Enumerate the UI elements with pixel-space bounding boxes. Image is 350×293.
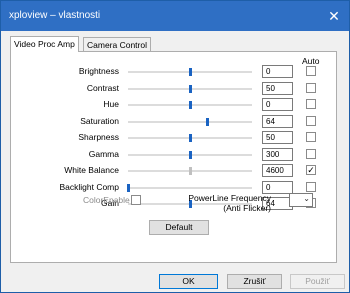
property-slider[interactable] bbox=[127, 183, 252, 192]
slider-thumb[interactable] bbox=[189, 68, 192, 76]
property-label: Contrast bbox=[86, 82, 119, 93]
tab-camera-control[interactable]: Camera Control bbox=[83, 37, 151, 51]
property-label: Hue bbox=[103, 99, 119, 109]
property-slider[interactable] bbox=[128, 68, 252, 76]
property-value-field[interactable]: 50 bbox=[262, 131, 293, 144]
auto-checkbox[interactable]: ✓ bbox=[306, 165, 316, 175]
property-slider[interactable] bbox=[128, 134, 252, 142]
auto-checkbox[interactable] bbox=[306, 132, 316, 142]
property-row: Contrast 50 bbox=[1, 81, 350, 97]
property-slider bbox=[128, 167, 252, 175]
property-row: Saturation 64 bbox=[1, 114, 350, 130]
property-value-field[interactable]: 0 bbox=[262, 98, 293, 111]
property-label: Gamma bbox=[88, 148, 119, 159]
property-row: Gamma 300 bbox=[1, 147, 350, 163]
slider-thumb[interactable] bbox=[189, 84, 192, 93]
properties-dialog: xploview – vlastnosti ✕ Video Proc Amp C… bbox=[0, 0, 350, 293]
cancel-button[interactable]: Zrušiť bbox=[227, 274, 282, 289]
property-value-field[interactable]: 64 bbox=[262, 114, 293, 128]
default-button[interactable]: Default bbox=[149, 220, 209, 235]
property-label: Sharpness bbox=[78, 132, 119, 142]
close-button[interactable]: ✕ bbox=[319, 1, 349, 31]
property-slider[interactable] bbox=[128, 117, 252, 126]
property-row: White Balance 4600 ✓ bbox=[1, 163, 350, 179]
property-slider[interactable] bbox=[128, 101, 252, 109]
slider-thumb[interactable] bbox=[127, 183, 130, 192]
slider-thumb[interactable] bbox=[189, 101, 192, 109]
powerline-label-line1: PowerLine Frequency bbox=[188, 193, 271, 203]
auto-checkbox[interactable] bbox=[306, 181, 316, 192]
property-value-field[interactable]: 0 bbox=[262, 180, 293, 194]
close-icon: ✕ bbox=[328, 8, 340, 24]
chevron-down-icon: ⌄ bbox=[303, 194, 310, 203]
slider-thumb[interactable] bbox=[189, 150, 192, 159]
auto-checkbox[interactable] bbox=[306, 82, 316, 93]
color-enable-label: ColorEnable bbox=[83, 195, 130, 205]
tab-video-proc-amp[interactable]: Video Proc Amp bbox=[10, 36, 79, 52]
property-label: White Balance bbox=[64, 165, 119, 175]
property-row: Brightness 0 bbox=[1, 64, 350, 80]
property-slider[interactable] bbox=[128, 150, 252, 159]
color-enable-checkbox[interactable] bbox=[131, 195, 141, 205]
powerline-frequency-label: PowerLine Frequency (Anti Flicker) bbox=[171, 193, 271, 213]
powerline-frequency-select[interactable]: ⌄ bbox=[289, 193, 313, 207]
property-row: Sharpness 50 bbox=[1, 130, 350, 146]
slider-thumb[interactable] bbox=[206, 117, 209, 126]
powerline-label-line2: (Anti Flicker) bbox=[223, 203, 271, 213]
property-row: Hue 0 bbox=[1, 97, 350, 113]
auto-checkbox[interactable] bbox=[306, 99, 316, 109]
apply-button: Použiť bbox=[290, 274, 345, 289]
property-label: Backlight Comp bbox=[59, 181, 119, 192]
slider-thumb bbox=[189, 167, 192, 175]
property-value-field[interactable]: 4600 bbox=[262, 164, 293, 177]
property-label: Saturation bbox=[80, 115, 119, 126]
auto-checkbox[interactable] bbox=[306, 115, 316, 126]
property-value-field[interactable]: 50 bbox=[262, 81, 293, 95]
property-label: Brightness bbox=[78, 66, 119, 76]
auto-checkbox[interactable] bbox=[306, 66, 316, 76]
slider-thumb[interactable] bbox=[189, 134, 192, 142]
auto-checkbox[interactable] bbox=[306, 148, 316, 159]
title-bar[interactable]: xploview – vlastnosti ✕ bbox=[1, 1, 349, 31]
property-value-field[interactable]: 0 bbox=[262, 65, 293, 78]
ok-button[interactable]: OK bbox=[159, 274, 218, 289]
property-value-field[interactable]: 300 bbox=[262, 147, 293, 161]
property-slider[interactable] bbox=[128, 84, 252, 93]
checkmark-icon: ✓ bbox=[307, 165, 315, 175]
window-title: xploview – vlastnosti bbox=[9, 10, 101, 21]
